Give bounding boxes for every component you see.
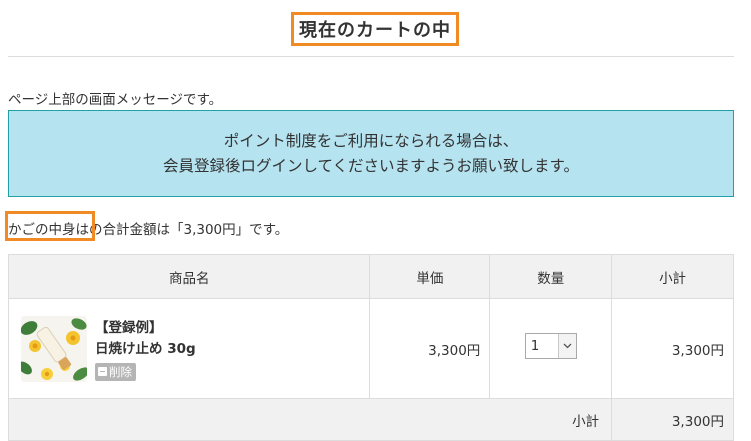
page-header: 現在のカートの中 <box>8 0 734 57</box>
notice-box: ポイント制度をご利用になられる場合は、 会員登録後ログインしてくださいますようお… <box>8 110 734 197</box>
header-subtotal: 小計 <box>611 254 734 299</box>
product-cell: 【登録例】 日焼け止め 30g 削除 <box>7 298 371 399</box>
notice-line-2: 会員登録後ログインしてくださいますようお願い致します。 <box>162 156 580 175</box>
delete-button[interactable]: 削除 <box>95 362 136 381</box>
header-product-name: 商品名 <box>7 254 371 299</box>
top-message: ページ上部の画面メッセージです。 <box>8 92 223 108</box>
quantity-value: 1 <box>530 338 540 354</box>
subtotal-cell: 3,300円 <box>611 298 734 399</box>
table-row: 【登録例】 日焼け止め 30g 削除 3,300円 1 3,300円 <box>7 298 734 399</box>
notice-line-1: ポイント制度をご利用になられる場合は、 <box>223 131 519 150</box>
product-name[interactable]: 日焼け止め 30g <box>95 339 196 360</box>
subtotal-row: 小計 3,300円 <box>7 398 734 441</box>
product-label: 【登録例】 <box>95 319 163 336</box>
cart-table: 商品名 単価 数量 小計 【登録例】 日焼け止め 30g 削除 3,300円 1… <box>7 254 734 441</box>
chevron-down-icon <box>557 334 576 358</box>
unit-price-cell: 3,300円 <box>369 298 491 399</box>
header-quantity: 数量 <box>489 254 613 299</box>
product-thumbnail[interactable] <box>21 315 87 382</box>
page-title: 現在のカートの中 <box>291 12 459 46</box>
header-unit-price: 単価 <box>369 254 491 299</box>
cart-summary-text: の合計金額は「3,300円」です。 <box>89 222 289 238</box>
subtotal-label: 小計 <box>7 398 613 441</box>
table-header-row: 商品名 単価 数量 小計 <box>7 254 734 299</box>
subtotal-value: 3,300円 <box>611 398 734 441</box>
quantity-select[interactable]: 1 <box>524 333 577 359</box>
minus-icon <box>98 367 107 376</box>
quantity-cell: 1 <box>489 298 613 399</box>
highlight-frame <box>5 211 95 241</box>
delete-label: 削除 <box>109 364 132 379</box>
product-image <box>21 315 87 382</box>
